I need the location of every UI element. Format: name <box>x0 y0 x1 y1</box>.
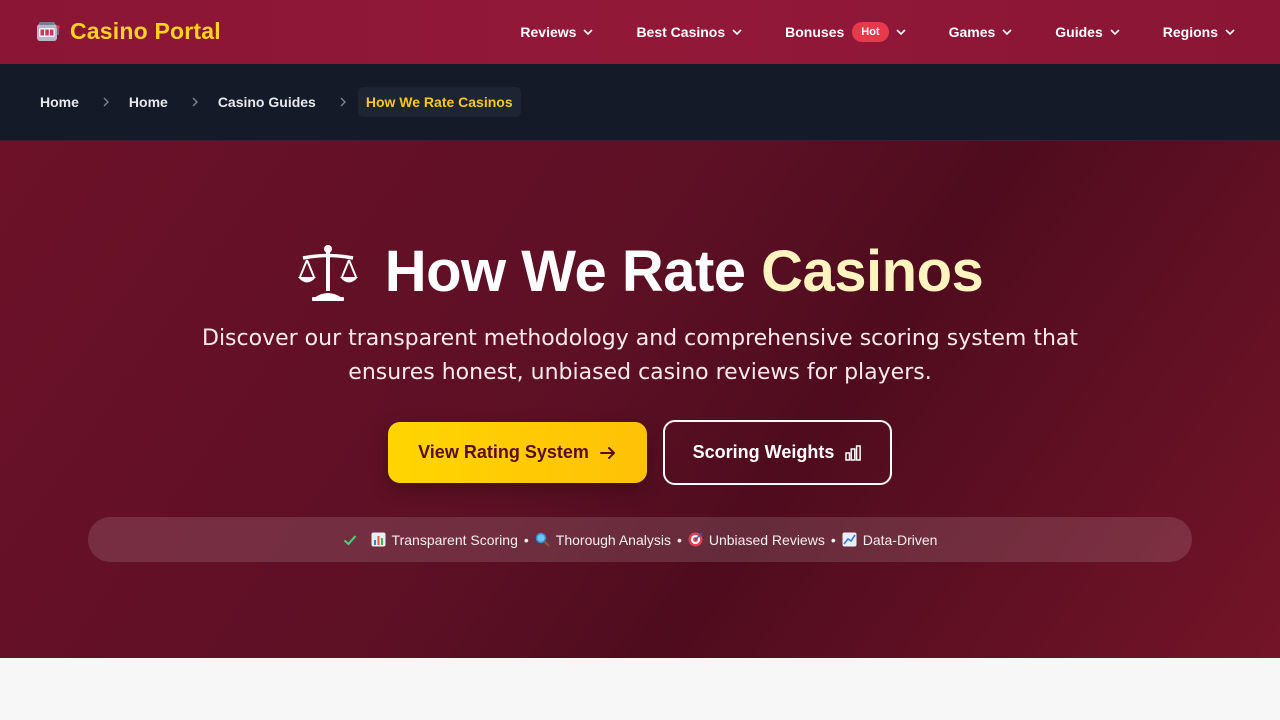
feature-transparent-scoring: Transparent Scoring <box>371 532 518 548</box>
check-icon <box>343 534 356 545</box>
nav-item-games[interactable]: Games <box>949 24 1014 40</box>
magnifying-glass-icon <box>535 532 550 547</box>
button-label: Scoring Weights <box>692 442 835 462</box>
breadcrumb-current: How We Rate Casinos <box>357 87 521 117</box>
hero-subtitle: Discover our transparent methodology and… <box>202 326 1078 385</box>
feature-data-driven: Data-Driven <box>842 531 938 548</box>
nav-item-label: Guides <box>1055 24 1103 40</box>
top-navbar: Casino Portal Reviews Best Casinos Bonus… <box>0 0 1280 64</box>
feature-separator: • <box>523 531 529 548</box>
chevron-right-icon <box>340 97 346 107</box>
brand-name: Casino Portal <box>70 18 221 44</box>
nav-item-label: Regions <box>1162 24 1218 40</box>
view-rating-system-button[interactable]: View Rating System <box>388 422 647 483</box>
brand-logo[interactable]: Casino Portal <box>36 18 221 45</box>
chevron-down-icon <box>583 29 594 36</box>
page-title-main: How We Rate <box>384 239 762 304</box>
slot-machine-icon <box>37 21 60 41</box>
feature-separator: • <box>676 531 682 548</box>
bar-chart-icon <box>845 444 862 461</box>
target-icon <box>688 532 703 547</box>
feature-label: Transparent Scoring <box>391 531 518 548</box>
nav-item-regions[interactable]: Regions <box>1163 24 1236 40</box>
chevron-down-icon <box>1225 29 1235 36</box>
chevron-down-icon <box>1110 29 1120 36</box>
chevron-right-icon <box>192 97 198 107</box>
feature-label: Thorough Analysis <box>555 531 671 548</box>
hero-section: How We Rate Casinos Discover our transpa… <box>0 141 1280 658</box>
chevron-down-icon <box>732 29 742 36</box>
feature-thorough-analysis: Thorough Analysis <box>535 532 671 548</box>
chevron-right-icon <box>103 97 109 107</box>
breadcrumb-home-2[interactable]: Home <box>129 94 168 110</box>
content-area <box>0 658 1280 720</box>
arrow-right-icon <box>599 446 615 459</box>
nav-item-label: Bonuses <box>785 24 845 40</box>
scoring-weights-button[interactable]: Scoring Weights <box>663 420 892 485</box>
balance-scale-icon <box>297 244 358 301</box>
nav-item-reviews[interactable]: Reviews <box>520 24 594 40</box>
breadcrumb-home[interactable]: Home <box>40 94 79 110</box>
nav-item-label: Best Casinos <box>636 24 726 40</box>
nav-item-label: Games <box>948 24 996 40</box>
chevron-down-icon <box>1002 29 1012 36</box>
nav-item-bonuses[interactable]: Bonuses Hot <box>785 22 906 42</box>
feature-strip: Transparent Scoring • Thorough Analysis … <box>88 517 1192 562</box>
nav-item-label: Reviews <box>520 24 577 40</box>
feature-label: Unbiased Reviews <box>708 531 825 548</box>
hero-title: How We Rate Casinos <box>0 238 1280 305</box>
breadcrumb: Home Home Casino Guides How We Rate Casi… <box>0 64 1280 141</box>
feature-unbiased-reviews: Unbiased Reviews <box>688 532 825 548</box>
button-label: View Rating System <box>418 442 589 462</box>
feature-separator: • <box>830 531 836 548</box>
breadcrumb-casino-guides[interactable]: Casino Guides <box>218 94 316 110</box>
main-menu: Reviews Best Casinos Bonuses Hot Games G… <box>520 0 1236 64</box>
bar-chart-icon <box>371 532 386 547</box>
page-title: How We Rate Casinos <box>385 238 984 305</box>
chevron-down-icon <box>896 29 906 36</box>
feature-label: Data-Driven <box>862 531 938 548</box>
nav-item-guides[interactable]: Guides <box>1055 24 1120 40</box>
page-title-accent: Casinos <box>761 239 984 304</box>
chart-increasing-icon <box>842 532 857 547</box>
nav-item-best-casinos[interactable]: Best Casinos <box>636 24 743 40</box>
hot-badge: Hot <box>852 22 889 42</box>
